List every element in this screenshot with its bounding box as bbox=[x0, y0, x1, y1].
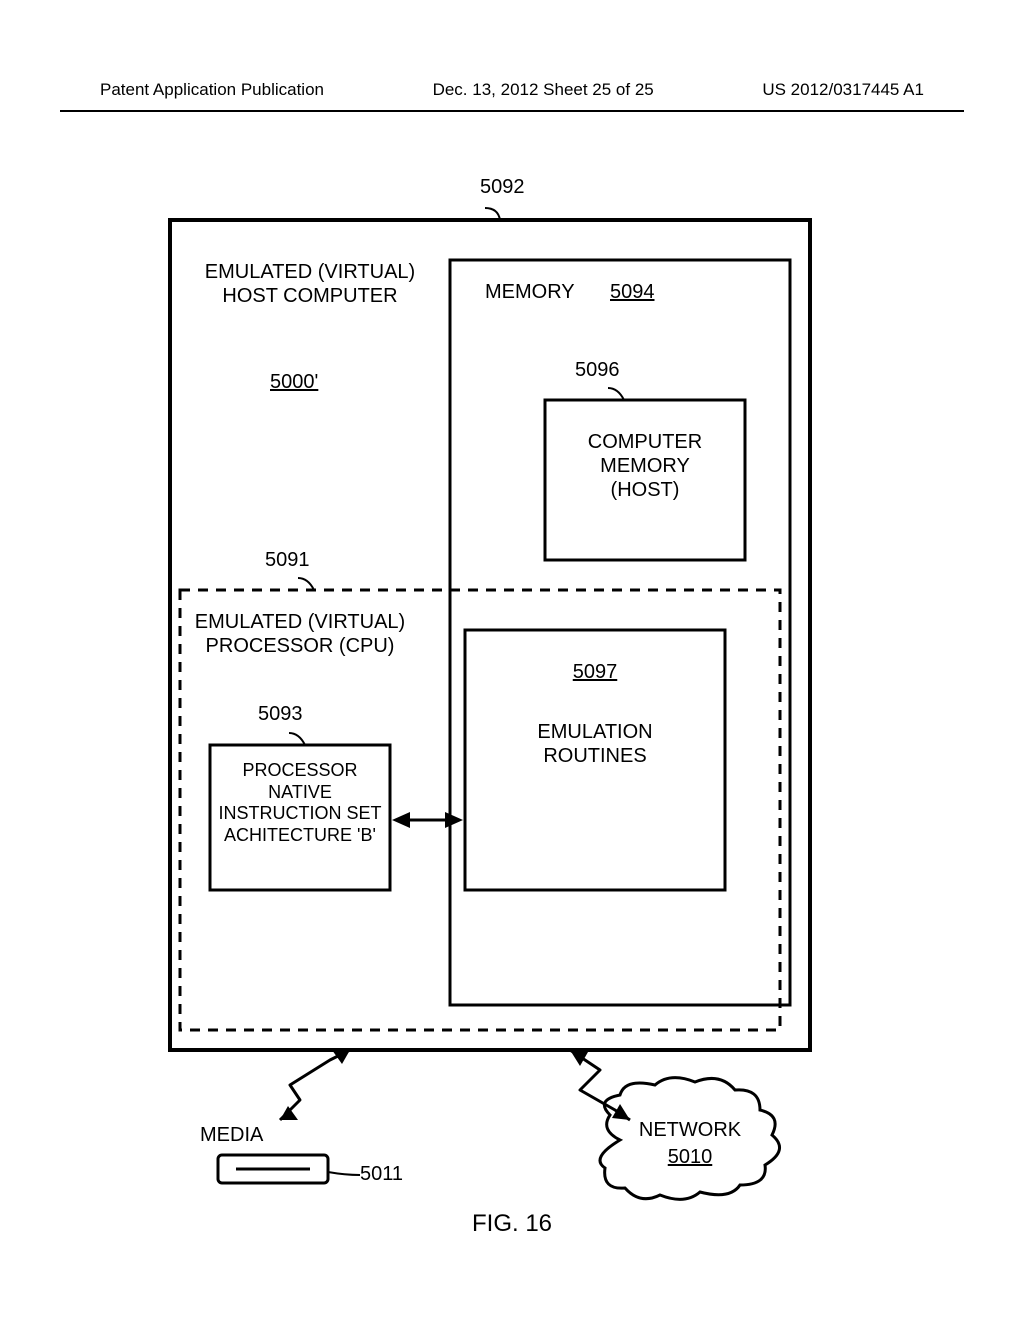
ref-5096: 5096 bbox=[575, 358, 620, 382]
ref-5093: 5093 bbox=[258, 702, 303, 726]
ref-5091: 5091 bbox=[265, 548, 310, 572]
computer-memory-host: COMPUTER MEMORY (HOST) bbox=[545, 430, 745, 502]
ref-5011: 5011 bbox=[360, 1162, 403, 1186]
media-label: MEDIA bbox=[200, 1123, 263, 1147]
emulated-host-title: EMULATED (VIRTUAL) HOST COMPUTER bbox=[200, 260, 420, 308]
memory-title: MEMORY bbox=[485, 280, 575, 304]
ref-5094: 5094 bbox=[610, 280, 655, 304]
ref-5092: 5092 bbox=[480, 175, 525, 199]
ref-5000p: 5000' bbox=[270, 370, 318, 394]
ref-5010: 5010 bbox=[615, 1145, 765, 1169]
processor-native: PROCESSOR NATIVE INSTRUCTION SET ACHITEC… bbox=[210, 760, 390, 846]
ref-5097: 5097 bbox=[465, 660, 725, 684]
network-label: NETWORK bbox=[615, 1118, 765, 1142]
figure-caption: FIG. 16 bbox=[0, 1210, 1024, 1238]
emulation-routines: EMULATION ROUTINES bbox=[465, 720, 725, 768]
emulated-cpu-title: EMULATED (VIRTUAL) PROCESSOR (CPU) bbox=[190, 610, 410, 658]
